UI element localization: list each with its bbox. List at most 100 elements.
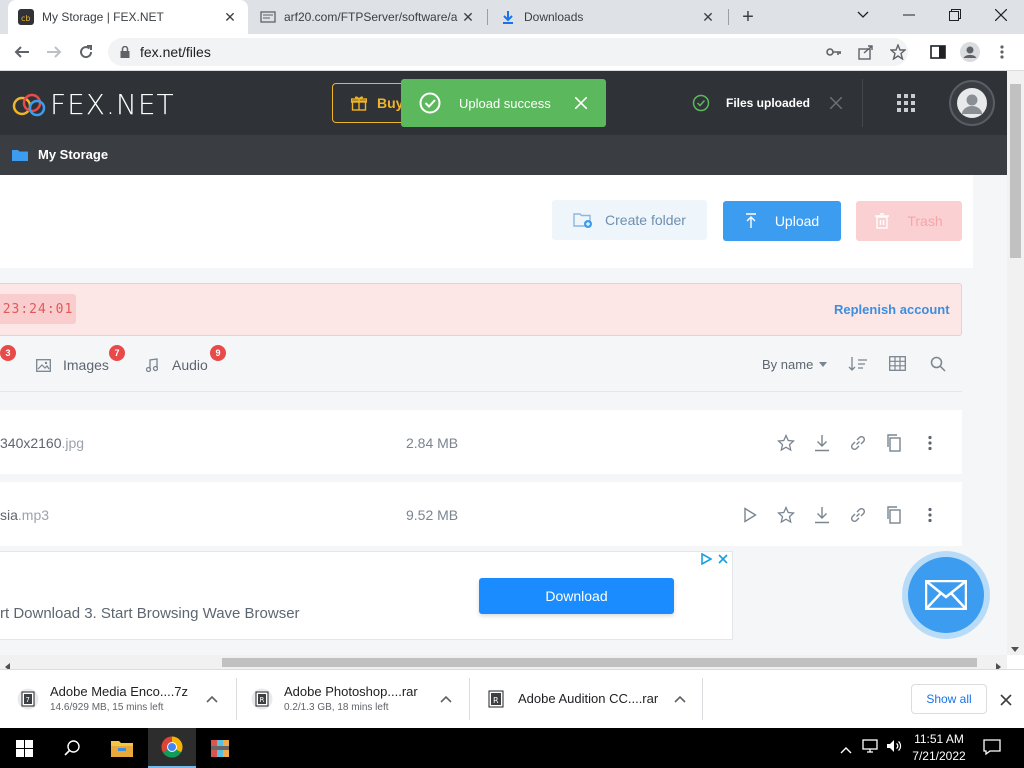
file-name-base: sia <box>0 507 18 523</box>
back-arrow-icon[interactable] <box>8 38 36 66</box>
tab-ftpserver[interactable]: arf20.com/FTPServer/software/a ✕ <box>250 0 486 34</box>
chevron-up-icon[interactable] <box>674 692 686 706</box>
trash-button[interactable]: Trash <box>856 201 962 241</box>
user-avatar[interactable] <box>949 80 995 126</box>
filter-audio-label: Audio <box>172 357 208 373</box>
tab-close-icon[interactable]: ✕ <box>700 9 716 25</box>
envelope-icon <box>925 580 967 610</box>
download-icon[interactable] <box>810 503 834 527</box>
file-name[interactable]: 340x2160.jpg <box>0 435 84 451</box>
side-panel-icon[interactable] <box>924 38 952 66</box>
download-icon[interactable] <box>810 431 834 455</box>
toast-close-icon[interactable] <box>574 97 587 109</box>
sort-order-icon[interactable] <box>848 356 868 377</box>
file-name[interactable]: sia.mp3 <box>0 507 49 523</box>
upload-success-toast: Upload success <box>401 79 606 127</box>
notifications-icon[interactable] <box>983 739 1001 760</box>
close-window-icon[interactable] <box>978 0 1024 30</box>
star-icon[interactable] <box>774 431 798 455</box>
file-explorer-icon[interactable] <box>98 728 146 768</box>
archive-app-taskbar-icon[interactable] <box>196 728 244 768</box>
scroll-down-arrow-icon[interactable] <box>1011 640 1019 658</box>
breadcrumb-bar <box>0 135 1007 175</box>
adchoices-icon[interactable] <box>700 553 712 565</box>
download-separator <box>236 678 237 720</box>
search-icon[interactable] <box>930 356 946 377</box>
breadcrumb[interactable]: My Storage <box>12 147 108 162</box>
download-info: Adobe Photoshop....rar 0.2/1.3 GB, 18 mi… <box>284 684 418 713</box>
copy-icon[interactable] <box>882 503 906 527</box>
vertical-scroll-thumb[interactable] <box>1010 84 1021 258</box>
download-item[interactable]: R Adobe Photoshop....rar 0.2/1.3 GB, 18 … <box>250 669 460 728</box>
ad-download-button[interactable]: Download <box>479 578 674 614</box>
download-item[interactable]: R Adobe Audition CC....rar <box>484 669 694 728</box>
windows-start-icon[interactable] <box>0 728 48 768</box>
more-kebab-icon[interactable] <box>918 503 942 527</box>
show-hidden-icons-chevron-icon[interactable] <box>840 741 852 759</box>
files-uploaded-status[interactable]: Files uploaded <box>692 94 843 112</box>
close-shelf-icon[interactable] <box>1000 693 1012 711</box>
more-kebab-icon[interactable] <box>918 431 942 455</box>
check-circle-icon <box>419 92 441 114</box>
minimize-icon[interactable] <box>886 0 932 30</box>
tab-my-storage[interactable]: cb My Storage | FEX.NET ✕ <box>8 0 248 34</box>
address-bar[interactable]: fex.net/files <box>108 38 908 66</box>
user-icon <box>957 88 987 118</box>
contact-mail-button[interactable] <box>902 551 990 639</box>
reload-icon[interactable] <box>72 38 100 66</box>
download-item[interactable]: 7 Adobe Media Enco....7z 14.6/929 MB, 15… <box>16 669 226 728</box>
horizontal-scroll-thumb[interactable] <box>222 658 977 667</box>
play-icon[interactable] <box>738 503 762 527</box>
taskbar-search-icon[interactable] <box>48 728 96 768</box>
file-extension: .jpg <box>61 435 85 451</box>
check-circle-icon <box>692 94 710 112</box>
star-icon[interactable] <box>774 503 798 527</box>
files-uploaded-close-icon[interactable] <box>830 97 843 109</box>
profile-icon[interactable] <box>956 38 984 66</box>
menu-kebab-icon[interactable] <box>988 38 1016 66</box>
new-tab-button[interactable]: + <box>736 4 760 30</box>
share-icon[interactable] <box>852 38 880 66</box>
tab-close-icon[interactable]: ✕ <box>222 9 238 25</box>
tab-search-icon[interactable] <box>840 0 886 30</box>
upload-button[interactable]: Upload <box>723 201 841 241</box>
create-folder-button[interactable]: Create folder <box>552 200 707 240</box>
grid-view-icon[interactable] <box>889 356 906 376</box>
forward-arrow-icon[interactable] <box>40 38 68 66</box>
buy-button[interactable]: Buy <box>332 83 412 123</box>
bookmark-star-icon[interactable] <box>884 38 912 66</box>
chevron-up-icon[interactable] <box>440 692 452 706</box>
download-favicon-icon <box>500 9 516 25</box>
gift-icon <box>351 95 367 111</box>
tab-downloads[interactable]: Downloads ✕ <box>490 0 726 34</box>
apps-grid-icon[interactable] <box>897 94 915 117</box>
download-name: Adobe Audition CC....rar <box>518 691 659 706</box>
ad-close-icon[interactable] <box>718 554 728 564</box>
filter-audio[interactable]: Audio <box>146 357 208 373</box>
fex-logo[interactable]: FEX.NET <box>12 88 175 121</box>
download-name: Adobe Photoshop....rar <box>284 684 418 699</box>
filter-count-badge: 3 <box>0 345 16 361</box>
restore-icon[interactable] <box>932 0 978 30</box>
chevron-up-icon[interactable] <box>206 692 218 706</box>
folder-icon <box>12 148 28 161</box>
key-icon[interactable] <box>820 38 848 66</box>
network-icon[interactable] <box>862 739 878 758</box>
ad-text: rt Download 3. Start Browsing Wave Brows… <box>0 605 300 622</box>
svg-text:cb: cb <box>21 14 30 23</box>
music-note-icon <box>146 358 158 372</box>
volume-icon[interactable] <box>886 739 902 758</box>
tab-close-icon[interactable]: ✕ <box>460 9 476 25</box>
link-icon[interactable] <box>846 431 870 455</box>
system-clock[interactable]: 11:51 AM 7/21/2022 <box>906 731 972 765</box>
file-extension: .mp3 <box>17 507 50 523</box>
filter-images[interactable]: Images <box>36 357 109 373</box>
link-icon[interactable] <box>846 503 870 527</box>
show-all-button[interactable]: Show all <box>911 684 987 714</box>
ad-choices[interactable] <box>700 553 728 565</box>
replenish-account-link[interactable]: Replenish account <box>834 302 950 317</box>
sort-dropdown[interactable]: By name <box>762 357 828 372</box>
chrome-taskbar-icon[interactable] <box>148 728 196 768</box>
download-separator <box>702 678 703 720</box>
copy-icon[interactable] <box>882 431 906 455</box>
